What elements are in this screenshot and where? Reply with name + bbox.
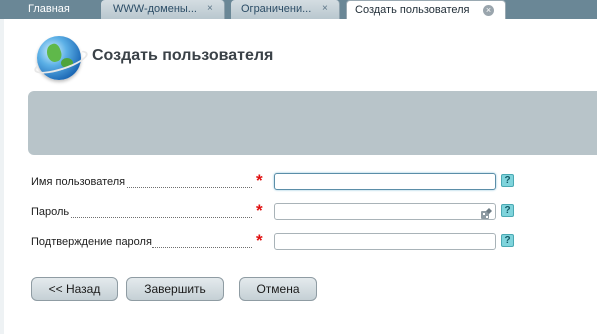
leader-dots: [127, 187, 252, 188]
page-title: Создать пользователя: [92, 47, 274, 64]
tab-bar: Главная WWW-домены... × Ограничени... × …: [0, 0, 597, 19]
help-icon[interactable]: ?: [501, 234, 514, 247]
confirm-password-label: Подтверждение пароля: [31, 236, 152, 248]
password-label: Пароль: [31, 206, 70, 218]
close-icon[interactable]: ×: [207, 0, 213, 18]
tab-create-user[interactable]: Создать пользователя ×: [346, 0, 506, 19]
tab-home[interactable]: Главная: [0, 0, 92, 19]
tab-restrictions[interactable]: Ограничени... ×: [231, 0, 340, 19]
left-strip: [0, 19, 4, 334]
cancel-button[interactable]: Отмена: [239, 277, 317, 301]
required-mark: *: [256, 231, 263, 250]
password-field[interactable]: [274, 203, 496, 220]
required-mark: *: [256, 171, 263, 190]
globe-icon: [31, 36, 91, 80]
info-panel: [28, 91, 597, 155]
username-field[interactable]: [274, 173, 496, 190]
required-mark: *: [256, 201, 263, 220]
tab-www-domains[interactable]: WWW-домены... ×: [101, 0, 225, 19]
help-icon[interactable]: ?: [501, 174, 514, 187]
tab-restrictions-label: Ограничени...: [241, 3, 312, 15]
leader-dots: [152, 247, 252, 248]
password-generator-icon[interactable]: [481, 208, 492, 219]
tab-www-domains-label: WWW-домены...: [113, 3, 197, 15]
leader-dots: [71, 217, 252, 218]
help-icon[interactable]: ?: [501, 204, 514, 217]
confirm-password-field[interactable]: [274, 233, 496, 250]
username-label: Имя пользователя: [31, 176, 126, 188]
tab-home-label: Главная: [28, 3, 70, 15]
back-button[interactable]: << Назад: [31, 277, 118, 301]
finish-button[interactable]: Завершить: [126, 277, 224, 301]
close-icon[interactable]: ×: [483, 5, 494, 16]
tab-create-user-label: Создать пользователя: [355, 4, 470, 16]
close-icon[interactable]: ×: [322, 0, 328, 18]
